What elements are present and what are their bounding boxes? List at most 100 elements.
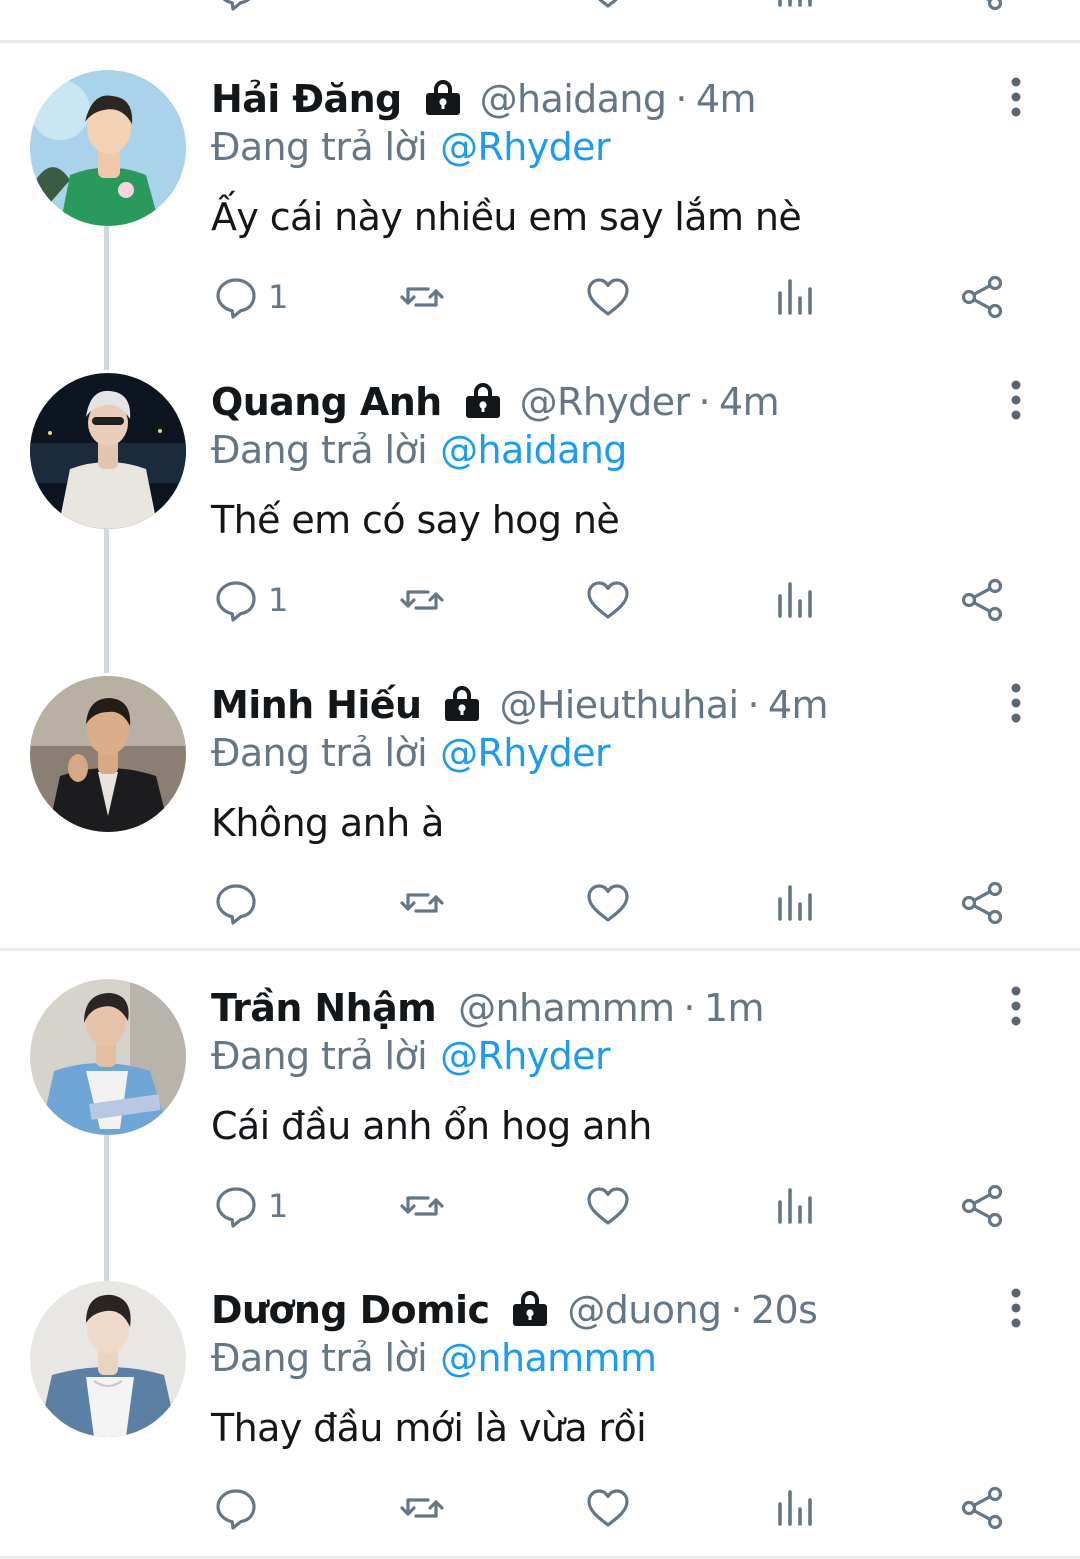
tweet[interactable]: Minh Hiếu @Hieuthuhai · 4m Đang trả lời … bbox=[0, 648, 1080, 951]
like-button[interactable] bbox=[584, 272, 632, 322]
timestamp[interactable]: 1m bbox=[704, 986, 765, 1030]
display-name[interactable]: Quang Anh bbox=[211, 380, 442, 424]
like-button[interactable] bbox=[584, 1181, 632, 1231]
username-handle[interactable]: @nhammm bbox=[458, 986, 675, 1030]
share-button[interactable] bbox=[958, 575, 1006, 625]
timestamp[interactable]: 20s bbox=[751, 1288, 818, 1332]
reply-button[interactable]: 1 bbox=[212, 575, 288, 625]
lock-icon bbox=[462, 381, 504, 423]
tweet-header: Hải Đăng @haidang · 4m bbox=[211, 73, 756, 125]
replying-to-mention[interactable]: @nhammm bbox=[440, 1336, 657, 1380]
more-options-button[interactable] bbox=[1001, 1283, 1031, 1333]
lock-icon bbox=[509, 1289, 551, 1331]
more-options-button[interactable] bbox=[1001, 981, 1031, 1031]
timestamp[interactable]: 4m bbox=[768, 683, 829, 727]
tweet-text: Không anh à bbox=[211, 801, 444, 845]
timestamp[interactable]: 4m bbox=[696, 77, 757, 121]
avatar[interactable] bbox=[30, 1281, 186, 1437]
share-icon bbox=[958, 1484, 1006, 1532]
avatar-photo bbox=[30, 373, 186, 529]
separator-dot: · bbox=[675, 77, 687, 121]
username-handle[interactable]: @Rhyder bbox=[520, 380, 691, 424]
analytics-button[interactable] bbox=[771, 878, 819, 928]
username-handle[interactable]: @haidang bbox=[480, 77, 667, 121]
analytics-icon bbox=[771, 879, 819, 927]
more-options-button[interactable] bbox=[1001, 375, 1031, 425]
reply-count: 1 bbox=[268, 278, 289, 316]
reply-count: 1 bbox=[268, 1187, 289, 1225]
username-handle[interactable]: @Hieuthuhai bbox=[499, 683, 739, 727]
display-name[interactable]: Dương Domic bbox=[211, 1288, 490, 1332]
lock-icon bbox=[422, 78, 464, 120]
like-button[interactable] bbox=[584, 0, 632, 14]
tweet[interactable]: Hải Đăng @haidang · 4m Đang trả lời @Rhy… bbox=[0, 42, 1080, 345]
share-button[interactable] bbox=[958, 1483, 1006, 1533]
tweet[interactable]: Quang Anh @Rhyder · 4m Đang trả lời @hai… bbox=[0, 345, 1080, 648]
retweet-icon bbox=[398, 273, 446, 321]
analytics-button[interactable] bbox=[771, 1181, 819, 1231]
avatar[interactable] bbox=[30, 979, 186, 1135]
reply-button[interactable] bbox=[212, 878, 268, 928]
avatar-photo bbox=[30, 676, 186, 832]
retweet-button[interactable] bbox=[398, 1483, 446, 1533]
replying-to-label: Đang trả lời bbox=[211, 731, 428, 775]
retweet-button[interactable] bbox=[398, 878, 446, 928]
like-icon bbox=[584, 1484, 632, 1532]
retweet-button[interactable] bbox=[398, 0, 446, 14]
tweet-header: Dương Domic @duong · 20s bbox=[211, 1284, 818, 1336]
reply-button[interactable]: 1 bbox=[212, 272, 288, 322]
tweet-text: Thế em có say hog nè bbox=[211, 498, 620, 542]
replying-to-mention[interactable]: @Rhyder bbox=[440, 731, 611, 775]
username-handle[interactable]: @duong bbox=[567, 1288, 722, 1332]
analytics-button[interactable] bbox=[771, 575, 819, 625]
replying-to-label: Đang trả lời bbox=[211, 428, 428, 472]
tweet-text: Cái đầu anh ổn hog anh bbox=[211, 1104, 652, 1148]
replying-to-mention[interactable]: @Rhyder bbox=[440, 1034, 611, 1078]
more-vertical-icon bbox=[1010, 77, 1022, 117]
replying-to: Đang trả lời @Rhyder bbox=[211, 1030, 611, 1082]
tweet[interactable]: Dương Domic @duong · 20s Đang trả lời @n… bbox=[0, 1253, 1080, 1556]
avatar-photo bbox=[30, 1281, 186, 1437]
retweet-button[interactable] bbox=[398, 575, 446, 625]
tweet[interactable]: Trần Nhậm @nhammm · 1m Đang trả lời @Rhy… bbox=[0, 951, 1080, 1254]
analytics-icon bbox=[771, 0, 819, 13]
display-name[interactable]: Trần Nhậm bbox=[211, 986, 437, 1030]
analytics-button[interactable] bbox=[771, 0, 819, 14]
timestamp[interactable]: 4m bbox=[719, 380, 780, 424]
display-name[interactable]: Minh Hiếu bbox=[211, 683, 422, 727]
avatar[interactable] bbox=[30, 70, 186, 226]
share-button[interactable] bbox=[958, 878, 1006, 928]
like-button[interactable] bbox=[584, 1483, 632, 1533]
replying-to: Đang trả lời @haidang bbox=[211, 424, 627, 476]
separator-dot: · bbox=[747, 683, 759, 727]
replying-to: Đang trả lời @Rhyder bbox=[211, 727, 611, 779]
replying-to-mention[interactable]: @haidang bbox=[440, 428, 627, 472]
reply-button[interactable] bbox=[212, 1483, 268, 1533]
share-button[interactable] bbox=[958, 0, 1006, 14]
tweet-text: Ấy cái này nhiều em say lắm nè bbox=[211, 195, 802, 239]
like-button[interactable] bbox=[584, 575, 632, 625]
avatar[interactable] bbox=[30, 676, 186, 832]
replying-to: Đang trả lời @nhammm bbox=[211, 1332, 657, 1384]
analytics-button[interactable] bbox=[771, 272, 819, 322]
reply-button[interactable]: 1 bbox=[212, 1181, 288, 1231]
avatar[interactable] bbox=[30, 373, 186, 529]
retweet-button[interactable] bbox=[398, 272, 446, 322]
replying-to-mention[interactable]: @Rhyder bbox=[440, 125, 611, 169]
analytics-button[interactable] bbox=[771, 1483, 819, 1533]
more-options-button[interactable] bbox=[1001, 72, 1031, 122]
share-button[interactable] bbox=[958, 1181, 1006, 1231]
avatar-photo bbox=[30, 979, 186, 1135]
like-button[interactable] bbox=[584, 878, 632, 928]
like-icon bbox=[584, 1182, 632, 1230]
display-name[interactable]: Hải Đăng bbox=[211, 77, 402, 121]
retweet-icon bbox=[398, 0, 446, 13]
retweet-button[interactable] bbox=[398, 1181, 446, 1231]
analytics-icon bbox=[771, 1182, 819, 1230]
replying-to-label: Đang trả lời bbox=[211, 125, 428, 169]
reply-button[interactable] bbox=[212, 0, 260, 14]
tweet-header: Trần Nhậm @nhammm · 1m bbox=[211, 982, 765, 1034]
share-icon bbox=[958, 576, 1006, 624]
more-options-button[interactable] bbox=[1001, 678, 1031, 728]
share-button[interactable] bbox=[958, 272, 1006, 322]
